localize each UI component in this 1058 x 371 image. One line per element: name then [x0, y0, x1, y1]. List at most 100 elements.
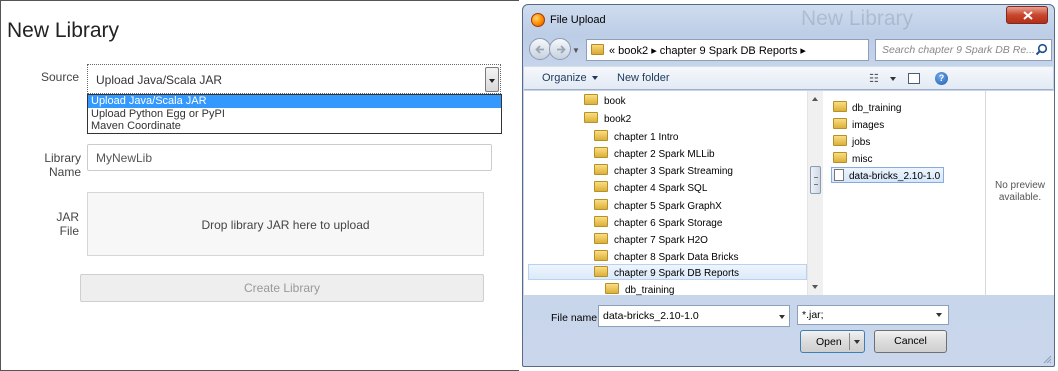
change-view-icon[interactable]: ☷: [869, 72, 879, 85]
source-options-list: Upload Java/Scala JAR Upload Python Egg …: [87, 94, 502, 134]
folder-icon: [833, 118, 847, 129]
back-button[interactable]: [529, 38, 551, 60]
file-item-images[interactable]: images: [833, 118, 884, 134]
preview-pane: No preview available.: [985, 91, 1054, 295]
tree-item-label: book2: [604, 114, 632, 125]
file-item-db-training[interactable]: db_training: [833, 101, 901, 117]
folder-icon: [594, 266, 608, 277]
chevron-down-icon[interactable]: [854, 340, 860, 344]
open-button[interactable]: Open: [800, 330, 865, 353]
tree-item-book2[interactable]: book2: [584, 112, 631, 128]
tree-item-db-training[interactable]: db_training: [605, 283, 674, 299]
folder-icon: [594, 164, 608, 175]
tree-item-chapter-7[interactable]: chapter 7 Spark H2O: [594, 233, 708, 249]
folder-icon: [605, 283, 619, 294]
tree-item-chapter-9[interactable]: chapter 9 Spark DB Reports: [528, 264, 807, 280]
file-type-filter[interactable]: *.jar;: [797, 305, 949, 325]
dialog-titlebar[interactable]: File Upload New Library: [523, 5, 1054, 33]
folder-icon: [594, 181, 608, 192]
search-input[interactable]: Search chapter 9 Spark DB Re...: [875, 39, 1052, 61]
file-upload-dialog: File Upload New Library ▼ « book2 ▸ chap…: [522, 4, 1055, 367]
file-item-label: jobs: [852, 137, 871, 148]
dropzone-text: Drop library JAR here to upload: [201, 218, 370, 232]
tree-item-label: chapter 3 Spark Streaming: [614, 166, 733, 177]
tree-item-book[interactable]: book: [584, 94, 626, 110]
file-item-label: misc: [852, 154, 873, 165]
chevron-down-icon[interactable]: [485, 67, 499, 92]
tree-item-chapter-2[interactable]: chapter 2 Spark MLLib: [594, 147, 715, 163]
folder-icon: [594, 130, 608, 141]
folder-icon: [833, 135, 847, 146]
file-name-input[interactable]: data-bricks_2.10-1.0: [598, 305, 790, 327]
close-icon: [1023, 11, 1033, 20]
source-label: Source: [41, 70, 80, 84]
folder-icon: [594, 233, 608, 244]
tree-item-label: chapter 4 Spark SQL: [614, 183, 708, 194]
source-option-maven[interactable]: Maven Coordinate: [88, 120, 501, 133]
navigation-tree: book book2 chapter 1 Intro chapter 2 Spa…: [524, 91, 807, 296]
folder-icon: [584, 94, 598, 105]
folder-icon: [594, 216, 608, 227]
page-title: New Library: [7, 19, 120, 42]
search-icon[interactable]: [1035, 43, 1048, 56]
close-button[interactable]: [1006, 6, 1048, 24]
file-list: db_training images jobs misc data-bricks…: [824, 91, 985, 295]
library-name-label: Library Name: [44, 151, 81, 179]
forward-arrow-icon: [557, 45, 566, 54]
organize-label: Organize: [542, 72, 587, 84]
new-folder-button[interactable]: New folder: [617, 72, 670, 84]
file-icon: [834, 169, 844, 181]
address-bar[interactable]: « book2 ▸ chapter 9 Spark DB Reports ▸ ↻: [586, 39, 930, 61]
tree-item-label: chapter 7 Spark H2O: [614, 235, 708, 246]
file-item-label: db_training: [852, 103, 902, 114]
forward-button[interactable]: [549, 38, 571, 60]
folder-icon: [594, 250, 608, 261]
search-placeholder: Search chapter 9 Spark DB Re...: [882, 44, 1035, 56]
scroll-down-icon[interactable]: [812, 285, 818, 289]
cancel-button[interactable]: Cancel: [874, 330, 947, 353]
tree-item-chapter-1[interactable]: chapter 1 Intro: [594, 130, 678, 146]
tree-item-label: chapter 1 Intro: [614, 132, 679, 143]
folder-icon: [833, 152, 847, 163]
tree-item-chapter-5[interactable]: chapter 5 Spark GraphX: [594, 199, 722, 215]
source-option-jar[interactable]: Upload Java/Scala JAR: [88, 95, 501, 108]
file-item-jobs[interactable]: jobs: [833, 135, 870, 151]
tree-item-label: chapter 2 Spark MLLib: [614, 149, 715, 160]
help-icon[interactable]: ?: [935, 72, 948, 85]
folder-icon: [833, 101, 847, 112]
preview-pane-icon[interactable]: [908, 73, 920, 84]
file-item-misc[interactable]: misc: [833, 152, 873, 168]
folder-icon: [584, 112, 598, 123]
new-library-panel: New Library Source Upload Java/Scala JAR…: [0, 0, 519, 371]
file-name-history-icon[interactable]: [779, 315, 785, 319]
tree-item-chapter-4[interactable]: chapter 4 Spark SQL: [594, 181, 707, 197]
library-name-input[interactable]: MyNewLib: [87, 144, 492, 171]
resize-grip-icon[interactable]: [1042, 354, 1052, 364]
tree-item-chapter-3[interactable]: chapter 3 Spark Streaming: [594, 164, 733, 180]
address-path: « book2 ▸ chapter 9 Spark DB Reports ▸: [609, 45, 806, 57]
dialog-toolbar: Organize New folder ☷ ?: [524, 66, 1053, 90]
create-library-button[interactable]: Create Library: [80, 274, 484, 302]
recent-locations-caret-icon[interactable]: ▼: [572, 46, 580, 55]
folder-icon: [594, 199, 608, 210]
source-select[interactable]: Upload Java/Scala JAR: [87, 64, 501, 94]
tree-item-chapter-6[interactable]: chapter 6 Spark Storage: [594, 216, 722, 232]
tree-scrollbar[interactable]: [807, 91, 823, 295]
file-name-label: File name:: [551, 312, 601, 324]
source-option-python-egg[interactable]: Upload Python Egg or PyPI: [88, 108, 501, 121]
open-button-divider: [849, 333, 850, 350]
file-item-data-bricks-jar[interactable]: data-bricks_2.10-1.0: [831, 167, 945, 183]
folder-icon: [591, 44, 604, 55]
tree-item-label: db_training: [625, 285, 675, 296]
background-window-title: New Library: [801, 7, 914, 30]
browser-panes: book book2 chapter 1 Intro chapter 2 Spa…: [524, 91, 1054, 296]
view-options-caret-icon[interactable]: [890, 77, 896, 81]
open-button-label: Open: [816, 336, 842, 348]
dialog-title: File Upload: [550, 14, 606, 26]
preview-text: No preview available.: [994, 180, 1046, 203]
organize-menu[interactable]: Organize: [542, 72, 598, 84]
jar-dropzone[interactable]: Drop library JAR here to upload: [87, 192, 484, 256]
scroll-up-icon[interactable]: [812, 97, 818, 101]
scroll-thumb[interactable]: [810, 166, 821, 194]
tree-item-label: chapter 9 Spark DB Reports: [614, 268, 740, 279]
